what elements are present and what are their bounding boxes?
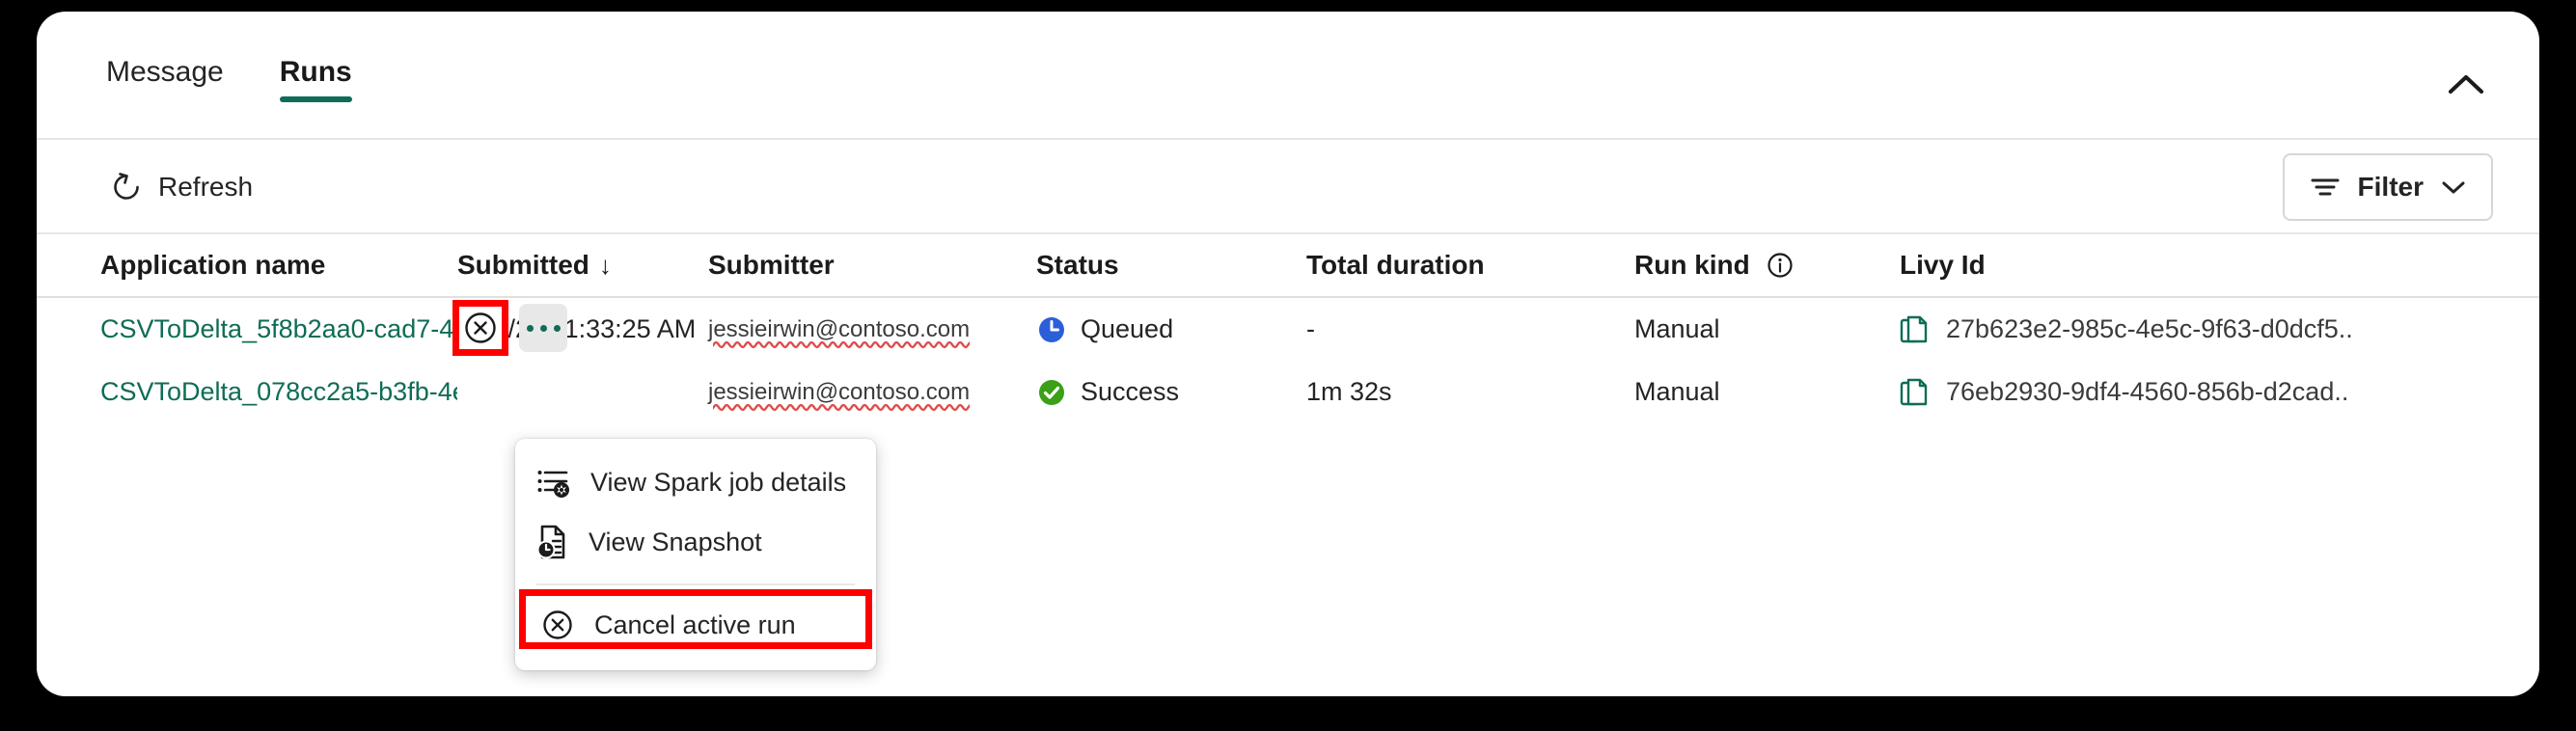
cell-total-duration: - [1306,314,1315,343]
copy-icon[interactable] [1900,377,1929,408]
cell-submitter: jessieirwin@contoso.com [708,378,971,405]
checkmark-circle-icon [1036,377,1067,408]
table-header-row: Application name Submitted ↓ Submitter S… [37,234,2539,298]
clock-icon [1036,314,1067,345]
cancel-circle-icon [540,608,575,642]
column-header-livy-id[interactable]: Livy Id [1900,250,2539,281]
menu-item-label: Cancel active run [594,609,796,639]
tab-runs[interactable]: Runs [260,52,371,114]
tab-list: Message Runs [87,52,371,114]
row-action-buttons [452,300,567,356]
cell-application-name: CSVToDelta_078cc2a5-b3fb-4ef8-804d- [100,377,457,407]
refresh-label: Refresh [158,172,254,202]
column-header-total-duration[interactable]: Total duration [1306,250,1634,281]
cell-livy-id: 27b623e2-985c-4e5c-9f63-d0dcf5.. [1900,314,2539,345]
menu-item-label: View Spark job details [590,467,847,497]
table-row[interactable]: CSVToDelta_078cc2a5-b3fb-4ef8-804d- jess… [37,361,2539,423]
application-name-link[interactable]: CSVToDelta_078cc2a5-b3fb-4ef8-804d- [100,377,457,407]
refresh-button[interactable]: Refresh [100,161,262,213]
status-label: Queued [1081,314,1174,343]
cell-status: Success [1036,377,1306,408]
column-header-status[interactable]: Status [1036,250,1306,281]
tab-runs-label: Runs [279,56,352,88]
cell-run-kind: Manual [1634,377,1720,406]
filter-button[interactable]: Filter [2282,153,2493,221]
cell-total-duration: 1m 32s [1306,377,1392,406]
runs-panel-card: Message Runs Refresh Filter Application … [37,12,2539,696]
menu-item-label: View Snapshot [589,527,762,556]
status-label: Success [1081,377,1180,406]
chevron-up-icon[interactable] [2439,58,2493,112]
cell-run-kind: Manual [1634,314,1720,343]
filter-label: Filter [2357,172,2424,202]
cell-status: Queued [1036,314,1306,345]
spark-job-details-icon [536,466,571,499]
menu-divider [536,583,855,585]
sort-descending-icon: ↓ [598,250,612,280]
screenshot-root: Message Runs Refresh Filter Application … [0,0,2576,731]
cell-livy-id: 76eb2930-9df4-4560-856b-d2cad.. [1900,377,2539,408]
column-header-run-kind[interactable]: Run kind [1634,250,1900,281]
table-row[interactable]: CSVToDelta_5f8b2aa0-cad7-43d9 4/19/23 11… [37,298,2539,361]
column-header-submitter[interactable]: Submitter [708,250,1036,281]
more-horizontal-icon[interactable] [519,304,567,352]
tab-message-label: Message [106,56,224,88]
runs-table: Application name Submitted ↓ Submitter S… [37,234,2539,423]
column-header-submitted[interactable]: Submitted ↓ [457,250,708,281]
row-context-menu: View Spark job details View Snapshot Can… [515,439,876,670]
application-name-link[interactable]: CSVToDelta_5f8b2aa0-cad7-43d9 [100,314,457,344]
snapshot-document-icon [536,525,569,559]
menu-item-view-snapshot[interactable]: View Snapshot [515,512,876,572]
copy-icon[interactable] [1900,314,1929,345]
command-bar: Refresh Filter [37,140,2539,234]
cancel-active-run-inline-button[interactable] [452,300,508,356]
tab-message[interactable]: Message [87,52,243,114]
column-header-application-name[interactable]: Application name [100,250,457,281]
cell-submitter: jessieirwin@contoso.com [708,315,971,342]
info-icon[interactable] [1766,251,1795,280]
livy-id-text: 27b623e2-985c-4e5c-9f63-d0dcf5.. [1946,314,2353,343]
filter-icon [2310,175,2341,200]
refresh-icon [110,171,143,203]
chevron-down-icon [2441,178,2466,196]
menu-item-cancel-active-run[interactable]: Cancel active run [519,589,872,655]
cell-application-name: CSVToDelta_5f8b2aa0-cad7-43d9 [100,314,457,344]
menu-item-view-spark-job-details[interactable]: View Spark job details [515,452,876,512]
livy-id-text: 76eb2930-9df4-4560-856b-d2cad.. [1946,377,2349,406]
tab-strip: Message Runs [37,12,2539,140]
